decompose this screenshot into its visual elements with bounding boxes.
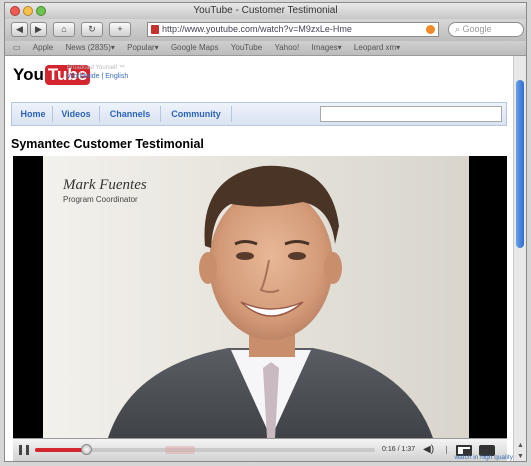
forward-arrow-icon: ▶ (35, 24, 42, 34)
nav-divider (99, 106, 100, 122)
speaker-role: Program Coordinator (63, 195, 138, 204)
bookmarks-book-icon[interactable]: ▭ (13, 43, 21, 52)
volume-icon[interactable]: ◀) (423, 444, 434, 455)
add-bookmark-button[interactable]: + (109, 22, 131, 37)
nav-tab-channels[interactable]: Channels (102, 103, 158, 125)
site-tagline: Broadcast Yourself ™ (67, 65, 125, 71)
close-window-button[interactable] (10, 6, 20, 16)
right-eye-shape (288, 252, 306, 260)
scroll-down-arrow-icon[interactable]: ▼ (517, 453, 524, 460)
forward-button[interactable]: ▶ (30, 22, 47, 37)
site-search-input[interactable] (320, 106, 502, 122)
site-nav: Home Videos Channels Community (11, 102, 507, 126)
video-player[interactable]: Mark Fuentes Program Coordinator 0:16 / … (13, 156, 507, 461)
bookmark-images[interactable]: Images▾ (311, 43, 341, 52)
logo-you: You (13, 65, 44, 84)
watch-high-quality-link[interactable]: watch in high quality (454, 454, 513, 461)
face-shape (209, 188, 333, 340)
left-ear-shape (199, 252, 217, 284)
scrubber-handle[interactable] (81, 444, 92, 455)
reload-button[interactable]: ↻ (81, 22, 103, 37)
right-ear-shape (324, 252, 342, 284)
bookmark-youtube[interactable]: YouTube (231, 43, 262, 52)
address-url: http://www.youtube.com/watch?v=M9zxLe-Hm… (162, 24, 352, 34)
nav-tab-home[interactable]: Home (16, 103, 50, 125)
nav-divider (52, 106, 53, 122)
home-icon: ⌂ (61, 24, 67, 34)
reload-icon: ↻ (88, 24, 96, 34)
browser-search-placeholder: Google (462, 24, 492, 34)
minimize-window-button[interactable] (23, 6, 33, 16)
nav-divider (160, 106, 161, 122)
window-title: YouTube - Customer Testimonial (193, 5, 338, 16)
pause-icon[interactable] (19, 445, 29, 455)
page-scrollbar[interactable]: ▲ ▼ (513, 56, 526, 461)
youtube-favicon-icon (151, 25, 159, 34)
browser-toolbar: ◀ ▶ ⌂ ↻ + http://www.youtube.com/watch?v… (5, 19, 526, 41)
bookmark-apple[interactable]: Apple (33, 43, 53, 52)
bookmark-google-maps[interactable]: Google Maps (171, 43, 219, 52)
nav-tab-community[interactable]: Community (163, 103, 229, 125)
speaker-name: Mark Fuentes (62, 177, 147, 193)
scroll-up-arrow-icon[interactable]: ▲ (517, 442, 524, 449)
bookmark-leopard[interactable]: Leopard xm▾ (354, 43, 400, 52)
nav-tab-videos[interactable]: Videos (55, 103, 97, 125)
title-bar: YouTube - Customer Testimonial (5, 3, 526, 19)
video-frame[interactable]: Mark Fuentes Program Coordinator (13, 156, 507, 438)
progress-fill (35, 448, 86, 452)
plus-icon: + (117, 24, 123, 34)
zoom-window-button[interactable] (36, 6, 46, 16)
scrollbar-thumb[interactable] (516, 80, 524, 248)
bookmark-popular[interactable]: Popular▾ (127, 43, 159, 52)
volume-level[interactable] (446, 446, 451, 454)
browser-window: YouTube - Customer Testimonial ◀ ▶ ⌂ ↻ +… (4, 2, 527, 462)
search-icon: ⌕ (455, 24, 463, 34)
nav-divider (231, 106, 232, 122)
page-content: You Tube Broadcast Yourself ™ Worldwide |… (5, 56, 515, 461)
browser-search-input[interactable]: ⌕ Google (448, 22, 524, 37)
home-button[interactable]: ⌂ (53, 22, 75, 37)
video-title: Symantec Customer Testimonial (11, 137, 204, 151)
back-button[interactable]: ◀ (11, 22, 28, 37)
region-language-link[interactable]: Worldwide | English (67, 73, 128, 80)
player-controls: 0:16 / 1:37 ◀) (13, 438, 507, 461)
left-eye-shape (236, 252, 254, 260)
back-arrow-icon: ◀ (16, 24, 23, 34)
bookmark-news[interactable]: News (2835)▾ (66, 43, 115, 52)
progress-track[interactable] (35, 444, 375, 455)
address-bar[interactable]: http://www.youtube.com/watch?v=M9zxLe-Hm… (147, 22, 439, 37)
bookmark-yahoo[interactable]: Yahoo! (274, 43, 299, 52)
rss-icon[interactable] (426, 25, 435, 34)
window-controls (10, 6, 46, 16)
bookmarks-bar: ▭ Apple News (2835)▾ Popular▾ Google Map… (5, 41, 526, 56)
time-display: 0:16 / 1:37 (382, 446, 416, 453)
buffer-indicator (165, 446, 195, 454)
